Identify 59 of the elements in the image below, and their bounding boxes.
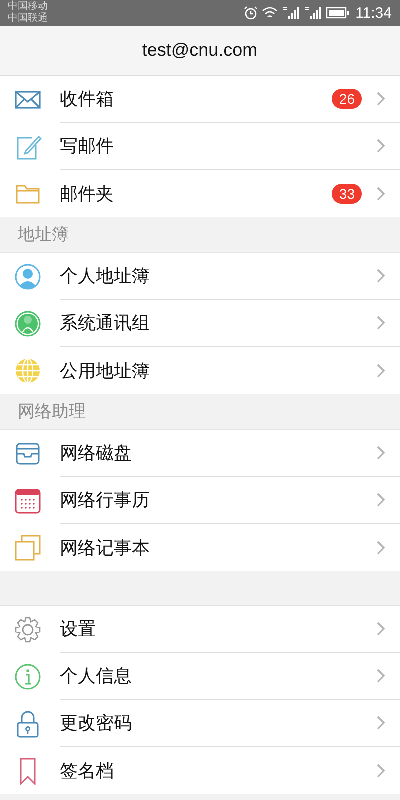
squares-icon: [14, 534, 42, 562]
item-label: 邮件夹: [60, 182, 115, 206]
chevron-icon: [376, 715, 386, 731]
count-badge: 26: [332, 89, 362, 109]
menu-item[interactable]: 网络行事历: [0, 477, 400, 524]
chevron-icon: [376, 621, 386, 637]
carrier-name: 中国移动: [8, 1, 48, 12]
item-label: 系统通讯组: [60, 312, 151, 335]
alarm-icon: [244, 6, 258, 20]
signal-icon: [304, 6, 322, 20]
menu-item[interactable]: 设置: [0, 606, 400, 653]
menu-item[interactable]: 更改密码: [0, 700, 400, 747]
menu-item[interactable]: 网络记事本: [0, 524, 400, 571]
menu-item[interactable]: 邮件夹 33: [0, 170, 400, 217]
carrier-name: 中国联通: [8, 13, 48, 25]
item-label: 收件箱: [60, 88, 115, 111]
chevron-icon: [376, 492, 386, 508]
chevron-icon: [376, 268, 386, 284]
signal-icon: [282, 6, 300, 20]
chevron-icon: [376, 138, 386, 154]
chevron-icon: [376, 315, 386, 331]
chevron-icon: [376, 540, 386, 556]
section-title: 地址簿: [18, 224, 69, 246]
settings-icon: [14, 616, 42, 644]
item-label: 个人地址簿: [60, 265, 151, 288]
item-label: 个人信息: [60, 665, 133, 688]
account-title: test@cnu.com: [142, 40, 258, 61]
globe-icon: [14, 356, 42, 384]
chevron-icon: [376, 762, 386, 778]
count-badge: 33: [332, 184, 362, 204]
item-label: 更改密码: [60, 712, 133, 735]
item-label: 公用地址簿: [60, 360, 151, 382]
calendar-icon: [14, 486, 42, 514]
menu-item[interactable]: 收件箱 26: [0, 76, 400, 123]
menu-item[interactable]: 网络磁盘: [0, 430, 400, 477]
item-label: 签名档: [60, 760, 115, 782]
menu-item[interactable]: 个人地址簿: [0, 253, 400, 300]
section-title: 网络助理: [18, 401, 86, 423]
battery-icon: [326, 7, 350, 19]
chevron-icon: [376, 91, 386, 107]
chevron-icon: [376, 668, 386, 684]
menu-item[interactable]: 签名档: [0, 747, 400, 794]
chevron-icon: [376, 362, 386, 378]
chevron-icon: [376, 445, 386, 461]
item-label: 网络记事本: [60, 536, 151, 560]
person-icon: [14, 262, 42, 290]
item-label: 写邮件: [60, 135, 115, 158]
info-icon: [14, 662, 42, 690]
group-icon: [14, 310, 42, 338]
item-label: 网络行事历: [60, 489, 151, 512]
menu-item[interactable]: 个人信息: [0, 653, 400, 700]
menu-item[interactable]: 系统通讯组: [0, 300, 400, 347]
menu-item[interactable]: 公用地址簿: [0, 347, 400, 394]
item-label: 设置: [60, 618, 97, 641]
chevron-icon: [376, 186, 386, 202]
wifi-icon: [262, 6, 278, 20]
menu-item[interactable]: 写邮件: [0, 123, 400, 170]
item-label: 网络磁盘: [60, 442, 133, 465]
clock-time: 11:34: [356, 4, 392, 22]
